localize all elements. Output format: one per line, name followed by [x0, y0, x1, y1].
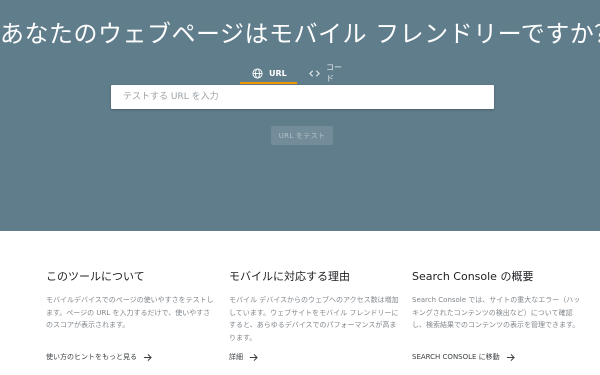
search-console-text: Search Console では、サイトの重大なエラー（ハッキングされたコンテ… — [412, 296, 581, 329]
why-mobile-section: モバイルに対応する理由 モバイル デバイスからのウェブへのアクセス数は増加してい… — [229, 268, 399, 363]
search-console-section: Search Console の概要 Search Console では、サイト… — [412, 268, 582, 363]
why-mobile-text: モバイル デバイスからのウェブへのアクセス数は増加しています。ウェブサイトをモバ… — [229, 296, 399, 342]
arrow-right-icon — [249, 353, 258, 362]
hero-banner: あなたのウェブページはモバイル フレンドリーですか？ URL コード テストする… — [0, 0, 600, 231]
details-link-label: 詳細 — [229, 353, 243, 361]
about-tool-title: このツールについて — [46, 270, 145, 283]
usage-tips-link[interactable]: 使い方のヒントをもっと見る — [46, 352, 152, 362]
globe-icon — [252, 67, 263, 79]
code-icon — [309, 68, 320, 79]
tab-url-label: URL — [269, 68, 287, 78]
about-tool-text: モバイルデバイスでのページの使いやすさをテストします。ページの URL を入力す… — [46, 296, 214, 329]
about-tool-section: このツールについて モバイルデバイスでのページの使いやすさをテストします。ページ… — [46, 268, 216, 363]
tab-url[interactable]: URL — [240, 62, 297, 84]
usage-tips-link-label: 使い方のヒントをもっと見る — [46, 353, 137, 361]
details-link[interactable]: 詳細 — [229, 352, 258, 362]
url-input[interactable] — [111, 85, 494, 109]
arrow-right-icon — [506, 353, 515, 362]
why-mobile-title: モバイルに対応する理由 — [229, 270, 350, 283]
page-title: あなたのウェブページはモバイル フレンドリーですか？ — [0, 20, 600, 48]
search-console-link-label: SEARCH CONSOLE に移動 — [412, 353, 500, 361]
tab-code-label: コード — [326, 63, 342, 83]
input-mode-tabs: URL コード — [240, 62, 359, 84]
search-console-link[interactable]: SEARCH CONSOLE に移動 — [412, 352, 515, 362]
arrow-right-icon — [143, 353, 152, 362]
test-url-button[interactable]: URL をテスト — [271, 126, 333, 145]
search-console-title: Search Console の概要 — [412, 270, 534, 283]
tab-code[interactable]: コード — [297, 62, 359, 84]
